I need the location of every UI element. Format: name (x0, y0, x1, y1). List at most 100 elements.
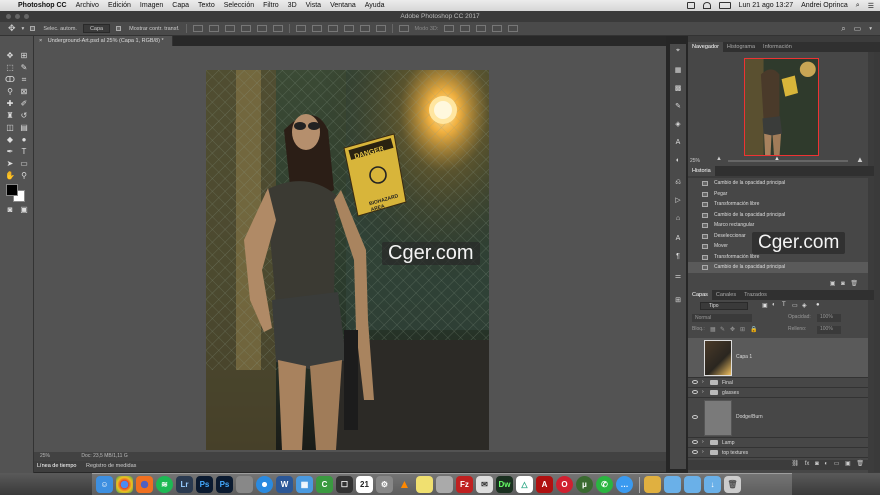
dock-mail-icon[interactable]: ✉ (476, 476, 493, 493)
battery-icon[interactable] (718, 2, 731, 9)
align-right-icon[interactable] (272, 25, 283, 32)
dock-downloads-icon[interactable]: ↓ (704, 476, 721, 493)
dock-whatsapp-icon[interactable]: ✆ (596, 476, 613, 493)
path-select-tool-icon[interactable]: ➤ (4, 158, 16, 170)
move-tool-icon[interactable]: ✥ (4, 50, 16, 62)
eye-icon[interactable] (692, 380, 698, 384)
scale-3d-icon[interactable] (508, 25, 519, 32)
panel-history-icon[interactable]: ⎌ (673, 178, 683, 188)
lock-artboard-icon[interactable]: ⊞ (740, 326, 745, 333)
fill-input[interactable]: 100% (817, 326, 841, 334)
menubar-user[interactable]: Andrei Oprinca (801, 2, 848, 9)
crop-tool-icon[interactable]: ⌗ (18, 74, 30, 86)
zoom-level-readout[interactable]: 25% (40, 453, 50, 459)
dodge-tool-icon[interactable]: ● (18, 134, 30, 146)
history-brush-tool-icon[interactable]: ↺ (18, 110, 30, 122)
layer-row[interactable]: › glasses (688, 388, 868, 398)
navigator-zoom-thumb[interactable]: ▲ (774, 156, 780, 162)
panel-properties-icon[interactable]: ⚌ (673, 272, 683, 282)
menu-edicion[interactable]: Edición (108, 2, 131, 9)
add-mask-icon[interactable]: ◙ (815, 461, 819, 467)
expand-arrow-icon[interactable]: › (702, 439, 704, 445)
filter-pixel-icon[interactable]: ▣ (762, 302, 768, 309)
align-center-icon[interactable] (256, 25, 267, 32)
dock-firefox-icon[interactable] (136, 476, 153, 493)
layer-name[interactable]: Dodge/Burn (736, 414, 763, 420)
blur-tool-icon[interactable]: ◆ (4, 134, 16, 146)
layer-row[interactable]: › Final (688, 378, 868, 388)
tab-channels[interactable]: Canales (712, 290, 740, 300)
dock-finder-icon[interactable]: ☺ (96, 476, 113, 493)
dock-word-icon[interactable]: W (276, 476, 293, 493)
notification-center-icon[interactable]: ☰ (868, 2, 874, 10)
distribute-bottom-icon[interactable] (327, 25, 338, 32)
auto-select-target-select[interactable]: Capa (82, 24, 111, 33)
panel-swatches-icon[interactable]: ▩ (673, 84, 683, 94)
expand-arrow-icon[interactable]: › (702, 449, 704, 455)
panel-brushes-icon[interactable]: ✎ (673, 102, 683, 112)
align-middle-icon[interactable] (208, 25, 219, 32)
eye-icon[interactable] (692, 450, 698, 454)
spotlight-icon[interactable]: ⌕ (856, 2, 860, 10)
panel-styles-icon[interactable]: ◈ (673, 120, 683, 130)
panel-info-icon[interactable]: ⌂ (673, 214, 683, 224)
type-tool-icon[interactable]: T (18, 146, 30, 158)
quick-mask-icon[interactable]: ◙ (4, 204, 16, 216)
history-item[interactable]: Marco rectangular (688, 220, 868, 231)
dock-torrent-icon[interactable]: μ (576, 476, 593, 493)
history-item[interactable]: Cambio de la opacidad principal (688, 178, 868, 189)
tab-history[interactable]: Historia (688, 166, 715, 176)
dock-opera-icon[interactable]: O (556, 476, 573, 493)
distribute-center-icon[interactable] (359, 25, 370, 32)
dock-chrome-icon[interactable] (116, 476, 133, 493)
expand-arrow-icon[interactable]: › (702, 389, 704, 395)
eye-icon[interactable] (692, 440, 698, 444)
lock-all-icon[interactable]: 🔒 (750, 326, 757, 333)
dock-messages-icon[interactable]: … (616, 476, 633, 493)
dock-photoshop-icon[interactable]: Ps (196, 476, 213, 493)
minimize-window-button[interactable] (15, 14, 20, 19)
dock-trash-icon[interactable]: 🗑 (724, 476, 741, 493)
dock-calendar-icon[interactable]: 21 (356, 476, 373, 493)
dock-drive-icon[interactable]: △ (516, 476, 533, 493)
blend-mode-select[interactable]: Normal (692, 314, 752, 322)
expand-arrow-icon[interactable]: › (702, 379, 704, 385)
panel-adjustments-icon[interactable]: ◐ (673, 156, 683, 166)
delete-state-icon[interactable]: 🗑 (850, 281, 858, 287)
dock-notes-icon[interactable] (416, 476, 433, 493)
filter-toggle-icon[interactable]: ● (816, 302, 820, 308)
menu-seleccion[interactable]: Selección (224, 2, 254, 9)
navigator-zoom-slider[interactable] (728, 160, 848, 162)
dock-filezilla-icon[interactable]: Fz (456, 476, 473, 493)
layer-name[interactable]: Final (722, 380, 733, 386)
menu-archivo[interactable]: Archivo (76, 2, 99, 9)
panel-layers-icon[interactable]: ⊞ (673, 296, 683, 306)
navigator-thumbnail[interactable] (744, 58, 819, 156)
tab-navigator[interactable]: Navegador (688, 42, 723, 52)
foreground-color-swatch[interactable] (6, 184, 18, 196)
hand-tool-icon[interactable]: ✋ (4, 170, 16, 182)
tray-icon[interactable] (686, 2, 695, 9)
wifi-icon[interactable] (702, 2, 711, 9)
dock-photoshop-icon[interactable]: Ps (216, 476, 233, 493)
history-item-current[interactable]: Cambio de la opacidad principal (688, 262, 868, 273)
menu-ayuda[interactable]: Ayuda (365, 2, 385, 9)
tab-paths[interactable]: Trazados (740, 290, 771, 300)
panel-scrollbar[interactable] (874, 52, 880, 472)
layer-name[interactable]: top textures (722, 450, 748, 456)
layer-row[interactable]: › Lamp (688, 438, 868, 448)
eraser-tool-icon[interactable]: ◫ (4, 122, 16, 134)
timeline-tab[interactable]: Línea de tiempo (37, 463, 76, 469)
document-tab[interactable]: × Underground-Art.psd al 25% (Capa 1, RG… (34, 36, 173, 46)
layer-row[interactable]: › top textures (688, 448, 868, 458)
distribute-left-icon[interactable] (343, 25, 354, 32)
layer-style-icon[interactable]: fx (805, 461, 810, 467)
eyedropper-tool-icon[interactable]: ⚲ (4, 86, 16, 98)
gradient-tool-icon[interactable]: ▤ (18, 122, 30, 134)
dock-lightroom-icon[interactable]: Lr (176, 476, 193, 493)
menu-3d[interactable]: 3D (288, 2, 297, 9)
dock-dreamweaver-icon[interactable]: Dw (496, 476, 513, 493)
tab-histogram[interactable]: Histograma (723, 42, 759, 52)
lock-pixels-icon[interactable]: ✎ (720, 326, 725, 333)
lock-position-icon[interactable]: ✥ (730, 326, 735, 333)
